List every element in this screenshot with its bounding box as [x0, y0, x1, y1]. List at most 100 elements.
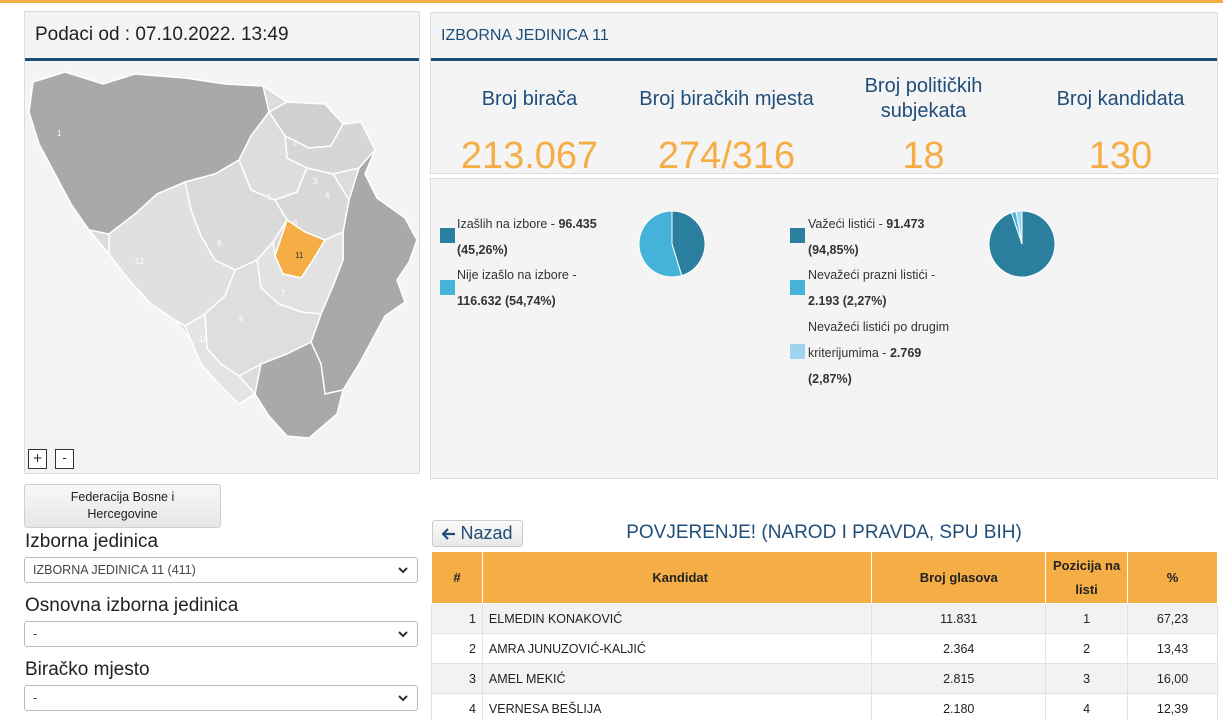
legend-blank-text: Nevažeći prazni listići - — [808, 268, 936, 282]
polling-station-value: - — [33, 691, 38, 705]
polling-station-label: Biračko mjesto — [25, 659, 150, 680]
legend-swatch-not-voted — [440, 280, 455, 295]
candidates-table: # Kandidat Broj glasova Pozicija na list… — [431, 551, 1218, 721]
chevron-down-icon — [398, 631, 408, 638]
region-label-6: 6 — [293, 219, 298, 228]
region-label-4: 4 — [325, 191, 330, 200]
federation-button-line2: Hercegovine — [87, 507, 158, 521]
basic-unit-select[interactable]: - — [24, 621, 418, 647]
unit-title: IZBORNA JEDINICA 11 — [431, 13, 1217, 61]
region-label-11: 11 — [295, 251, 304, 260]
legend-voted-value: 96.435 — [558, 217, 597, 231]
region-label-5: 5 — [267, 193, 272, 202]
polling-station-select[interactable]: - — [24, 685, 418, 711]
zoom-in-button[interactable]: + — [28, 449, 47, 469]
legend-blank: Nevažeći prazni listići - 2.193 (2,27%) — [808, 262, 988, 314]
bih-map[interactable]: 1 2 3 4 5 6 7 8 9 10 11 12 + - — [25, 64, 419, 473]
electoral-unit-select[interactable]: IZBORNA JEDINICA 11 (411) — [24, 557, 418, 583]
cell-percent: 12,39 — [1127, 693, 1218, 721]
legend-not-voted: Nije izašlo na izbore - 116.632 (54,74%) — [457, 262, 627, 314]
cell-position: 1 — [1045, 603, 1129, 634]
region-label-9: 9 — [239, 315, 244, 324]
cell-number: 3 — [431, 663, 483, 694]
region-label-12: 12 — [135, 257, 144, 266]
cell-votes: 2.815 — [871, 663, 1047, 694]
bih-map-svg[interactable]: 1 2 3 4 5 6 7 8 9 10 11 12 — [25, 64, 419, 473]
stat-value: 213.067 — [460, 135, 599, 177]
col-header-votes[interactable]: Broj glasova — [871, 551, 1047, 604]
legend-voted-text: Izašlih na izbore - — [457, 217, 559, 231]
legend-valid-pct: (94,85%) — [808, 243, 859, 257]
stat-voters: Broj birača 213.067 — [431, 73, 628, 178]
legend-voted-pct: (45,26%) — [457, 243, 508, 257]
stat-value: 130 — [1088, 135, 1153, 177]
basic-unit-value: - — [33, 627, 38, 641]
basic-unit-label: Osnovna izborna jedinica — [25, 595, 239, 616]
legend-other-value: 2.769 — [889, 346, 922, 360]
cell-percent: 16,00 — [1127, 663, 1218, 694]
legend-swatch-other — [790, 344, 805, 359]
turnout-pie-chart — [638, 210, 706, 278]
ballots-pie-chart — [988, 210, 1056, 278]
table-row[interactable]: 3 AMEL MEKIĆ 2.815 3 16,00 — [431, 663, 1218, 694]
stat-value: 18 — [902, 135, 945, 177]
legend-valid-text: Važeći listići - — [808, 217, 887, 231]
chevron-down-icon — [398, 695, 408, 702]
party-title: POVJERENJE! (NAROD I PRAVDA, SPU BIH) — [626, 522, 1022, 543]
cell-candidate: AMEL MEKIĆ — [481, 663, 873, 694]
legend-not-voted-value: 116.632 (54,74%) — [457, 294, 556, 308]
stat-label: Broj birača — [481, 87, 578, 110]
stat-polling-stations: Broj biračkih mjesta 274/316 — [628, 73, 825, 178]
legend-other-text1: Nevažeći listići po drugim — [808, 320, 950, 334]
legend-not-voted-text: Nije izašlo na izbore - — [457, 268, 577, 282]
legend-valid-value: 91.473 — [886, 217, 925, 231]
electoral-unit-label: Izborna jedinica — [25, 531, 159, 552]
table-row[interactable]: 4 VERNESA BEŠLIJA 2.180 4 12,39 — [431, 693, 1218, 721]
turnout-panel: Izašlih na izbore - 96.435 (45,26%) Nije… — [430, 178, 1218, 479]
cell-number: 2 — [431, 633, 483, 664]
stat-label: Broj kandidata — [1056, 87, 1185, 110]
legend-swatch-blank — [790, 280, 805, 295]
cell-votes: 11.831 — [871, 603, 1047, 634]
top-accent-bar — [0, 0, 1223, 3]
legend-voted: Izašlih na izbore - 96.435 (45,26%) — [457, 211, 627, 263]
cell-votes: 2.180 — [871, 693, 1047, 721]
legend-other-pct: (2,87%) — [808, 372, 852, 386]
legend-swatch-voted — [440, 228, 455, 243]
region-label-3: 3 — [313, 177, 318, 186]
region-label-2: 2 — [293, 139, 298, 148]
federation-button[interactable]: Federacija Bosne i Hercegovine — [24, 484, 221, 528]
cell-position: 2 — [1045, 633, 1129, 664]
stat-label: Broj biračkih mjesta — [639, 87, 814, 110]
stat-value: 274/316 — [657, 135, 796, 177]
table-header-row: # Kandidat Broj glasova Pozicija na list… — [431, 551, 1218, 604]
region-label-1: 1 — [57, 129, 62, 138]
region-label-7: 7 — [281, 289, 286, 298]
cell-position: 4 — [1045, 693, 1129, 721]
legend-other-text2: kriterijumima - — [808, 346, 890, 360]
legend-swatch-valid — [790, 228, 805, 243]
col-header-percent[interactable]: % — [1127, 551, 1218, 604]
region-label-10: 10 — [199, 335, 208, 344]
data-timestamp: Podaci od : 07.10.2022. 13:49 — [25, 12, 419, 61]
map-panel: Podaci od : 07.10.2022. 13:49 1 2 3 4 5 … — [24, 11, 420, 474]
col-header-number[interactable]: # — [431, 551, 483, 604]
cell-candidate: AMRA JUNUZOVIĆ-KALJIĆ — [481, 633, 873, 664]
legend-other: Nevažeći listići po drugim kriterijumima… — [808, 314, 998, 392]
zoom-out-button[interactable]: - — [55, 449, 74, 469]
cell-candidate: ELMEDIN KONAKOVIĆ — [481, 603, 873, 634]
stat-label: Broj političkih subjekata — [864, 75, 983, 122]
col-header-position[interactable]: Pozicija na listi — [1045, 551, 1129, 604]
legend-valid: Važeći listići - 91.473 (94,85%) — [808, 211, 988, 263]
col-header-candidate[interactable]: Kandidat — [481, 551, 873, 604]
stat-parties: Broj političkih subjekata 18 — [825, 73, 1022, 178]
stat-candidates: Broj kandidata 130 — [1022, 73, 1219, 178]
legend-blank-value: 2.193 (2,27%) — [808, 294, 887, 308]
unit-summary-panel: IZBORNA JEDINICA 11 Broj birača 213.067 … — [430, 12, 1218, 177]
federation-button-line1: Federacija Bosne i — [70, 490, 175, 504]
table-row[interactable]: 2 AMRA JUNUZOVIĆ-KALJIĆ 2.364 2 13,43 — [431, 633, 1218, 664]
table-row[interactable]: 1 ELMEDIN KONAKOVIĆ 11.831 1 67,23 — [431, 603, 1218, 634]
cell-percent: 67,23 — [1127, 603, 1218, 634]
region-label-8: 8 — [217, 239, 222, 248]
cell-votes: 2.364 — [871, 633, 1047, 664]
